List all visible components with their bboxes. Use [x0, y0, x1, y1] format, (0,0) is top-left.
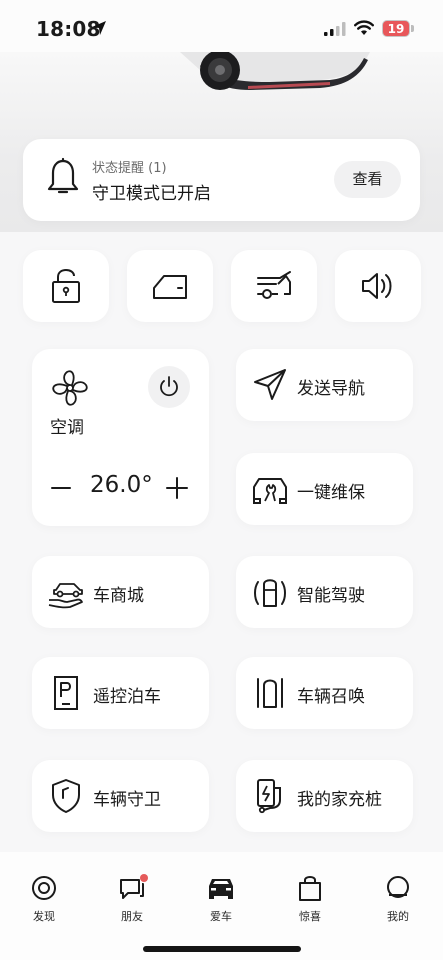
remote-parking-tile[interactable]: 遥控泊车	[32, 657, 209, 729]
vehicle-guard-label: 车辆守卫	[93, 790, 161, 810]
trunk-icon	[257, 271, 291, 299]
tab-my-car-label: 爱车	[210, 910, 232, 923]
trunk-button[interactable]	[231, 250, 317, 322]
vehicle-guard-tile[interactable]: 车辆守卫	[32, 760, 209, 832]
home-indicator	[143, 946, 301, 952]
bell-icon	[47, 157, 79, 194]
tab-my-car[interactable]: 爱车	[191, 874, 251, 934]
notice-title: 守卫模式已开启	[92, 184, 211, 204]
parking-icon	[54, 676, 78, 710]
car-door-icon	[153, 275, 187, 299]
send-navigation-tile[interactable]: 发送导航	[236, 349, 413, 421]
bottom-tab-bar: 发现 朋友 爱车 惊喜 我的	[0, 852, 443, 960]
shopping-bag-icon	[299, 876, 321, 901]
cellular-signal-icon	[324, 22, 346, 36]
vehicle-summon-tile[interactable]: 车辆召唤	[236, 657, 413, 729]
maintenance-tile[interactable]: 一键维保	[236, 453, 413, 525]
car-door-button[interactable]	[127, 250, 213, 322]
maintenance-label: 一键维保	[297, 483, 365, 503]
tab-friends[interactable]: 朋友	[102, 874, 162, 934]
navigation-arrow-icon	[254, 369, 286, 400]
unlock-button[interactable]	[23, 250, 109, 322]
location-arrow-icon	[92, 21, 106, 35]
wifi-icon	[354, 20, 374, 35]
compass-icon	[32, 876, 56, 900]
car-store-tile[interactable]: 车商城	[32, 556, 209, 628]
tab-surprise[interactable]: 惊喜	[280, 874, 340, 934]
remote-parking-label: 遥控泊车	[93, 687, 161, 707]
unlock-icon	[52, 268, 80, 303]
fan-icon	[52, 370, 88, 406]
car-hand-icon	[48, 583, 83, 609]
home-charger-tile[interactable]: 我的家充桩	[236, 760, 413, 832]
tab-mine-label: 我的	[387, 910, 409, 923]
temperature-value: 26.0°	[90, 472, 153, 498]
tab-mine[interactable]: 我的	[368, 874, 428, 934]
autopilot-icon	[254, 579, 286, 607]
car-image	[180, 52, 370, 90]
send-navigation-label: 发送导航	[297, 379, 365, 399]
shield-icon	[52, 779, 80, 813]
tab-surprise-label: 惊喜	[299, 910, 321, 923]
temperature-increase-button[interactable]	[164, 473, 190, 503]
status-bar: 18:08 19	[0, 0, 443, 58]
status-notice-card[interactable]: 状态提醒 (1) 守卫模式已开启 查看	[23, 139, 420, 221]
battery-indicator: 19	[382, 20, 410, 37]
car-summon-icon	[257, 678, 283, 708]
ac-label: 空调	[50, 418, 84, 438]
tab-friends-label: 朋友	[121, 910, 143, 923]
car-wrench-icon	[253, 478, 287, 504]
speaker-icon	[362, 273, 392, 299]
air-conditioning-card[interactable]: 空调 26.0°	[32, 349, 209, 526]
tab-discover[interactable]: 发现	[14, 874, 74, 934]
ac-power-button[interactable]	[148, 366, 190, 408]
power-icon	[160, 376, 178, 397]
smart-driving-tile[interactable]: 智能驾驶	[236, 556, 413, 628]
battery-tip	[411, 25, 414, 32]
profile-icon	[387, 876, 409, 898]
view-button[interactable]: 查看	[334, 161, 401, 198]
charger-icon	[257, 779, 281, 814]
notice-subtitle: 状态提醒 (1)	[92, 161, 167, 176]
smart-driving-label: 智能驾驶	[297, 586, 365, 606]
main-background	[0, 232, 443, 852]
car-store-label: 车商城	[93, 586, 144, 606]
notification-dot	[140, 874, 148, 882]
home-charger-label: 我的家充桩	[297, 790, 382, 810]
tab-discover-label: 发现	[33, 910, 55, 923]
car-front-icon	[209, 879, 233, 899]
vehicle-summon-label: 车辆召唤	[297, 687, 365, 707]
temperature-decrease-button[interactable]	[50, 473, 72, 503]
horn-button[interactable]	[335, 250, 421, 322]
